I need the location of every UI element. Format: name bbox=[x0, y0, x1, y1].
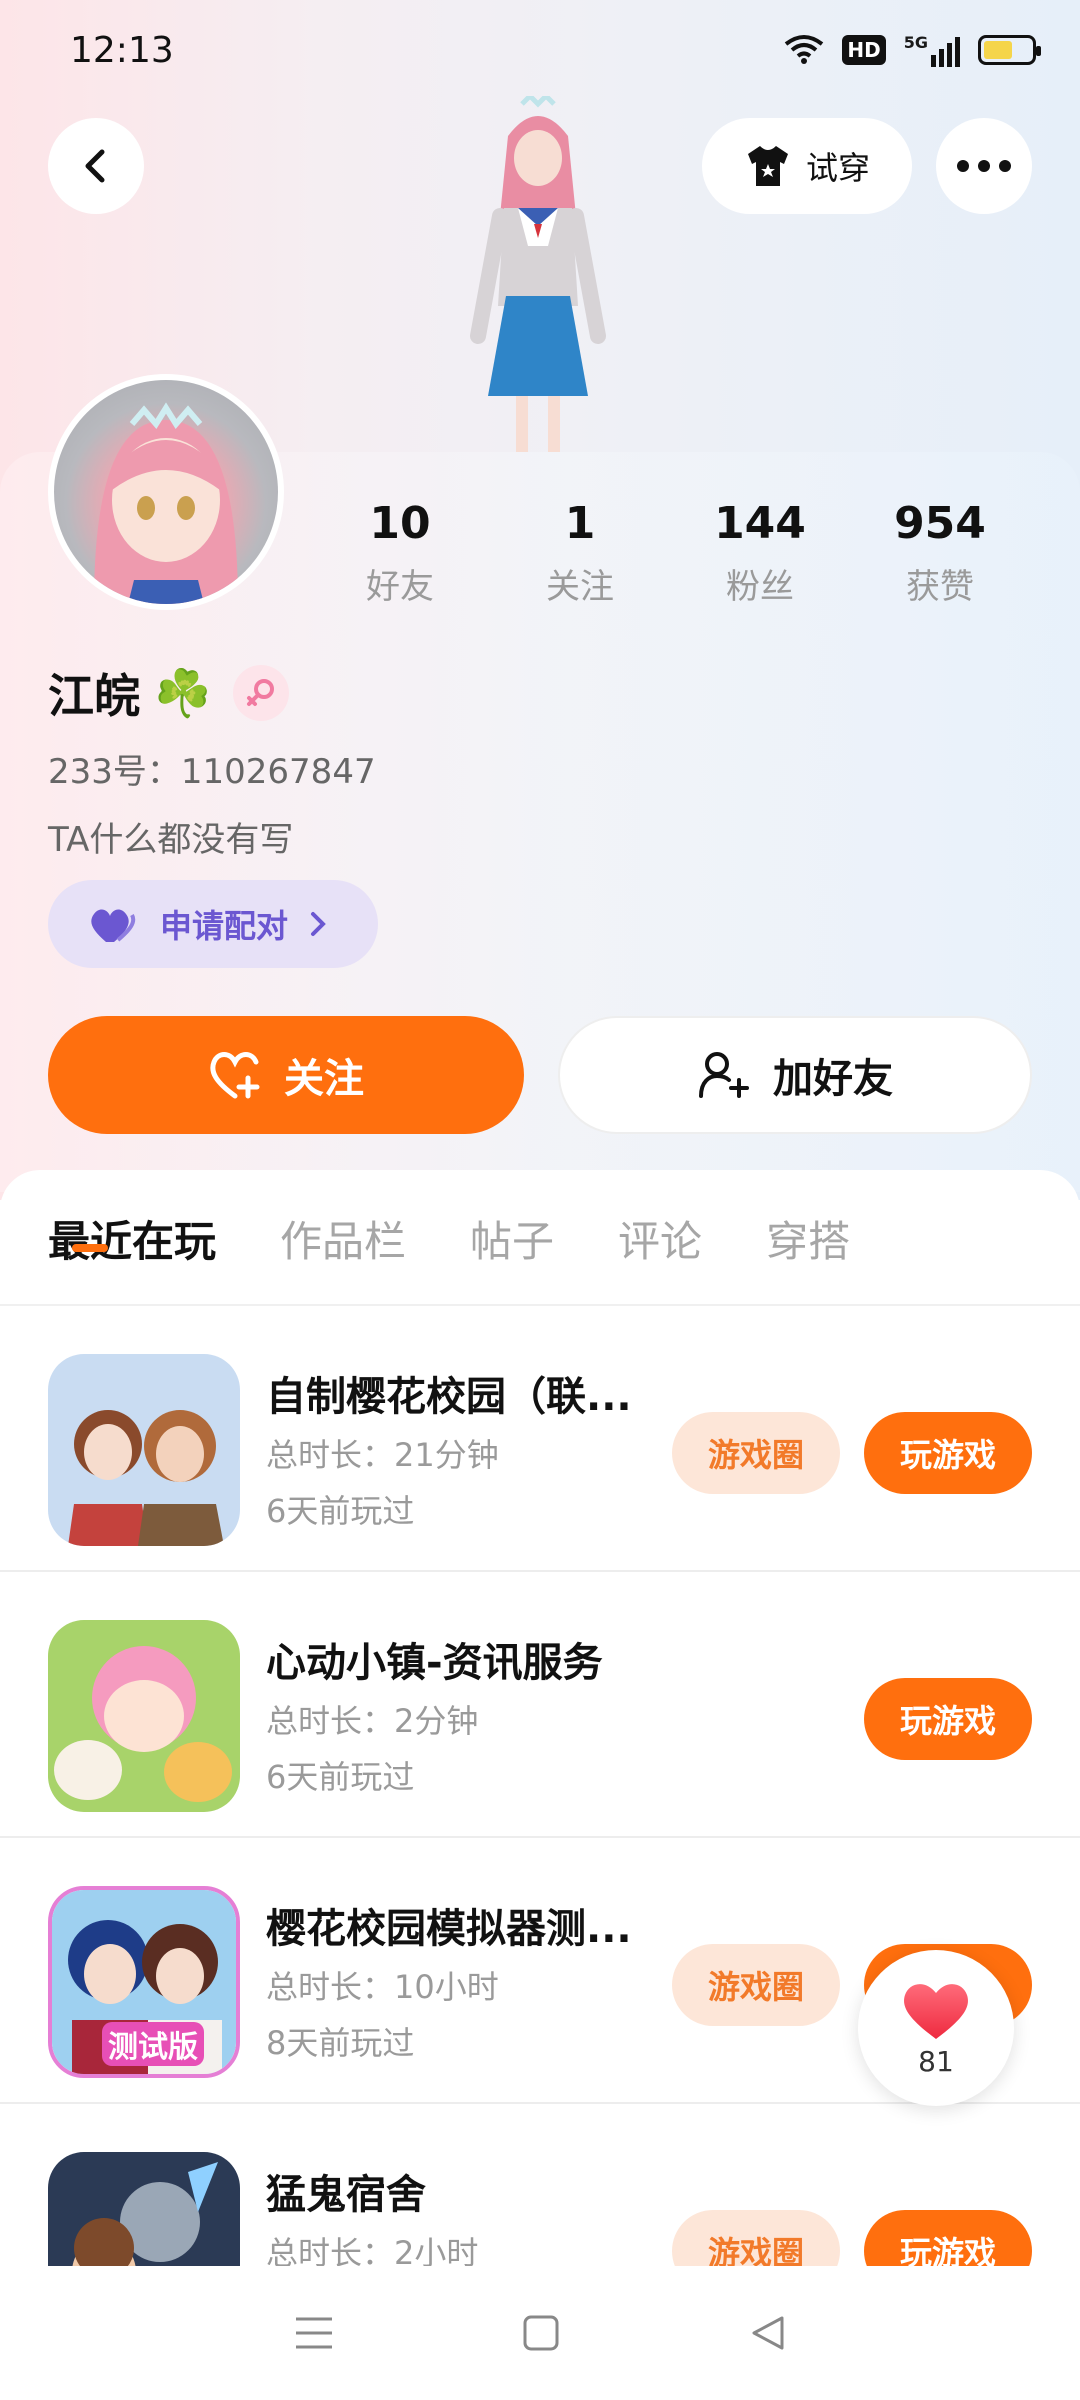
play-game-button[interactable]: 玩游戏 bbox=[864, 1678, 1032, 1760]
stat-value: 10 bbox=[369, 498, 431, 549]
home-icon[interactable] bbox=[522, 2314, 560, 2352]
test-version-badge: 测试版 bbox=[102, 2022, 204, 2066]
like-count: 81 bbox=[918, 2044, 954, 2078]
recent-games-list: 自制樱花校园（联... 总时长：21分钟 6天前玩过 游戏圈 玩游戏 心动小镇-… bbox=[0, 1306, 1080, 2304]
stat-label: 好友 bbox=[366, 567, 434, 607]
stat-likes[interactable]: 954 获赞 bbox=[850, 498, 1030, 608]
hd-badge: HD bbox=[842, 35, 886, 65]
stat-value: 1 bbox=[564, 498, 596, 549]
add-friend-label: 加好友 bbox=[773, 1056, 893, 1102]
name-row: 江皖 ☘️ bbox=[48, 660, 290, 726]
tshirt-icon bbox=[747, 146, 788, 186]
network-type-label: 5G bbox=[903, 33, 928, 52]
game-title: 自制樱花校园（联... bbox=[266, 1374, 632, 1420]
avatar[interactable] bbox=[48, 374, 284, 610]
user-bio: TA什么都没有写 bbox=[48, 820, 294, 860]
try-on-label: 试穿 bbox=[805, 149, 870, 187]
game-last-played: 6天前玩过 bbox=[266, 1492, 415, 1530]
active-tab-indicator bbox=[72, 1244, 108, 1252]
username: 江皖 bbox=[48, 669, 140, 723]
stat-value: 954 bbox=[894, 498, 986, 549]
status-time: 12:13 bbox=[70, 29, 174, 71]
try-on-button[interactable]: 试穿 bbox=[702, 118, 912, 214]
request-pair-button[interactable]: 申请配对 bbox=[48, 880, 378, 968]
stat-label: 粉丝 bbox=[726, 567, 794, 607]
game-last-played: 8天前玩过 bbox=[266, 2024, 415, 2062]
follow-button[interactable]: 关注 bbox=[48, 1016, 524, 1134]
stat-followers[interactable]: 144 粉丝 bbox=[670, 498, 850, 608]
game-icon bbox=[48, 1620, 240, 1812]
game-duration: 总时长：21分钟 bbox=[266, 1436, 499, 1474]
more-dots-icon bbox=[957, 160, 1011, 172]
game-last-played: 6天前玩过 bbox=[266, 1758, 415, 1796]
tab-comments[interactable]: 评论 bbox=[618, 1208, 702, 1269]
profile-tabs: 最近在玩 作品栏 帖子 评论 穿搭 bbox=[48, 1208, 850, 1269]
chevron-left-icon bbox=[85, 149, 105, 183]
tab-outfits[interactable]: 穿搭 bbox=[766, 1208, 850, 1269]
play-game-button[interactable]: 玩游戏 bbox=[864, 1412, 1032, 1494]
game-icon bbox=[48, 1354, 240, 1546]
list-item[interactable]: 自制樱花校园（联... 总时长：21分钟 6天前玩过 游戏圈 玩游戏 bbox=[0, 1306, 1080, 1572]
chevron-right-icon bbox=[311, 912, 326, 936]
tab-recent-played[interactable]: 最近在玩 bbox=[48, 1208, 216, 1269]
heart-plus-icon bbox=[210, 1052, 260, 1099]
list-item[interactable]: 心动小镇-资讯服务 总时长：2分钟 6天前玩过 玩游戏 bbox=[0, 1572, 1080, 1838]
avatar-3d-figure[interactable] bbox=[418, 96, 658, 456]
stat-label: 获赞 bbox=[906, 567, 974, 607]
signal-icon: 5G bbox=[904, 33, 960, 67]
add-friend-button[interactable]: 加好友 bbox=[558, 1016, 1032, 1134]
female-gender-icon bbox=[233, 665, 290, 721]
request-pair-label: 申请配对 bbox=[160, 907, 289, 945]
tab-posts[interactable]: 帖子 bbox=[470, 1208, 554, 1269]
follow-label: 关注 bbox=[284, 1056, 364, 1102]
back-nav-icon[interactable] bbox=[748, 2314, 786, 2352]
content-panel: 最近在玩 作品栏 帖子 评论 穿搭 自制樱花校园（联... 总时长：21分钟 6… bbox=[0, 1170, 1080, 2304]
profile-stats: 10 好友 1 关注 144 粉丝 954 获赞 bbox=[310, 498, 1030, 608]
game-duration: 总时长：2分钟 bbox=[266, 1702, 479, 1740]
stat-friends[interactable]: 10 好友 bbox=[310, 498, 490, 608]
game-duration: 总时长：10小时 bbox=[266, 1968, 499, 2006]
stat-label: 关注 bbox=[546, 567, 614, 607]
game-title: 樱花校园模拟器测... bbox=[266, 1906, 632, 1952]
heart-icon bbox=[904, 1983, 968, 2039]
status-bar: 12:13 HD 5G bbox=[0, 0, 1080, 100]
like-float-button[interactable]: 81 bbox=[858, 1950, 1014, 2106]
game-circle-button[interactable]: 游戏圈 bbox=[672, 1944, 840, 2026]
avatar-portrait-image bbox=[94, 402, 238, 604]
tab-works[interactable]: 作品栏 bbox=[280, 1208, 406, 1269]
game-title: 猛鬼宿舍 bbox=[266, 2172, 426, 2218]
game-icon: 测试版 bbox=[48, 1886, 240, 2078]
wifi-icon bbox=[785, 35, 824, 64]
double-heart-icon bbox=[91, 909, 136, 942]
user-id: 233号：110267847 bbox=[48, 752, 376, 792]
clover-emoji: ☘️ bbox=[154, 665, 212, 720]
back-button[interactable] bbox=[48, 118, 144, 214]
status-icons: HD 5G bbox=[784, 33, 1041, 67]
stat-value: 144 bbox=[714, 498, 806, 549]
battery-icon bbox=[978, 35, 1041, 65]
game-title: 心动小镇-资讯服务 bbox=[266, 1640, 603, 1686]
menu-icon[interactable] bbox=[294, 2315, 334, 2351]
add-user-icon bbox=[699, 1052, 749, 1098]
stat-following[interactable]: 1 关注 bbox=[490, 498, 670, 608]
game-circle-button[interactable]: 游戏圈 bbox=[672, 1412, 840, 1494]
more-button[interactable] bbox=[936, 118, 1032, 214]
system-nav-bar bbox=[0, 2266, 1080, 2400]
